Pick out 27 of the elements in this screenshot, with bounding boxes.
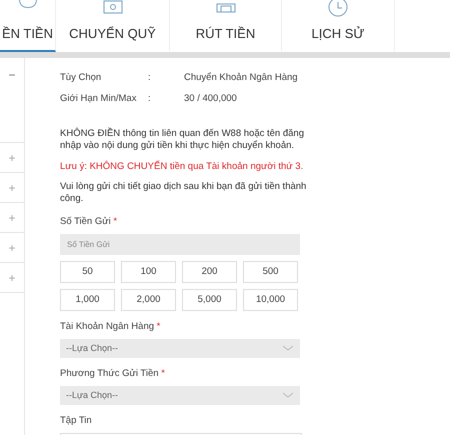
chevron-down-icon [282, 345, 294, 352]
amount-option[interactable]: 2,000 [121, 288, 176, 311]
warning-note: Lưu ý: KHÔNG CHUYỂN tiền qua Tài khoản người thứ 3. [60, 160, 304, 174]
field-label: Phương Thức Gửi Tiền * [60, 368, 166, 379]
info-note: Vui lòng gửi chi tiết giao dịch sau khi bạn đã gửi tiền thành công. [60, 181, 308, 206]
amount-field[interactable]: Số Tiền Gửi [60, 234, 300, 255]
field-label: Số Tiền Gửi * [60, 216, 118, 227]
collapse-toggle[interactable]: − [0, 58, 24, 143]
amount-option[interactable]: 200 [182, 260, 237, 283]
amount-option[interactable]: 1,000 [60, 288, 115, 311]
info-separator: : [148, 72, 152, 83]
info-value: Chuyển Khoản Ngân Hàng [184, 72, 299, 83]
field-label: Tập Tin [60, 414, 93, 426]
field-label: Tài Khoản Ngân Hàng * [60, 320, 162, 332]
amount-option[interactable]: 500 [243, 260, 298, 283]
dropdown[interactable]: --Lựa Chọn-- [60, 338, 300, 358]
info-value: 30 / 400,000 [184, 93, 238, 104]
amount-option[interactable]: 5,000 [182, 288, 237, 311]
info-label: Tùy Chọn [60, 72, 102, 83]
info-note: KHÔNG ĐIỀN thông tin liên quan đến W88 hoặc tên đăng nhập vào nội dung gửi tiền khi thực hiện chuyển khoản. [60, 128, 305, 153]
chevron-down-icon [282, 392, 294, 398]
info-separator: : [148, 93, 152, 104]
amount-option[interactable]: 10,000 [243, 288, 298, 311]
amount-option[interactable]: 100 [121, 260, 176, 283]
info-label: Giới Hạn Min/Max [60, 93, 138, 104]
dropdown[interactable]: --Lựa Chọn-- [60, 386, 300, 405]
amount-option[interactable]: 50 [60, 260, 115, 283]
